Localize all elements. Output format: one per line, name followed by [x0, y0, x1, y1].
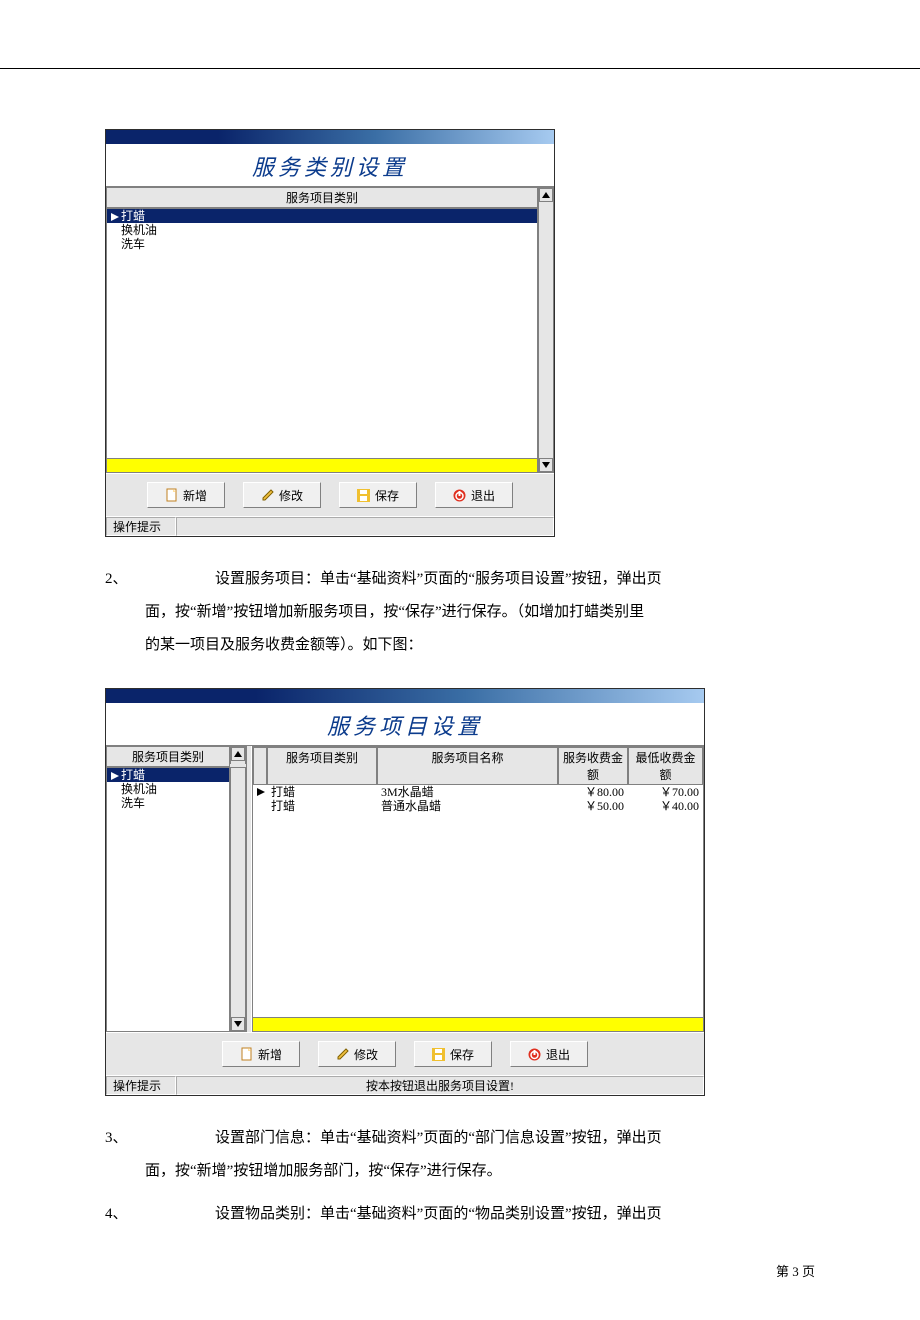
list-item-label: 打蜡	[121, 209, 145, 223]
list-number: 3、	[105, 1122, 215, 1155]
status-label: 操作提示	[106, 1076, 176, 1095]
list-item-label: 打蜡	[121, 768, 145, 782]
status-bar: 操作提示	[106, 516, 554, 536]
grid-header-min[interactable]: 最低收费金额	[628, 747, 703, 785]
grid-header-name[interactable]: 服务项目名称	[377, 747, 558, 785]
power-icon	[528, 1047, 542, 1061]
list-item[interactable]: 换机油	[107, 782, 229, 796]
list-item-label: 洗车	[121, 237, 145, 251]
scroll-down-icon[interactable]	[231, 1017, 245, 1031]
dialog-title: 服务项目设置	[106, 703, 704, 746]
paragraph-2: 2、设置服务项目：单击“基础资料”页面的“服务项目设置”按钮，弹出页 面，按“新…	[105, 563, 815, 662]
button-label: 新增	[258, 1046, 282, 1063]
cell-fee: ￥80.00	[558, 785, 628, 799]
scroll-up-icon[interactable]	[539, 188, 553, 202]
button-label: 修改	[354, 1046, 378, 1063]
page-number: 第 3 页	[105, 1261, 815, 1280]
cell-min: ￥70.00	[628, 785, 703, 799]
text-line: 面，按“新增”按钮增加服务部门，按“保存”进行保存。	[145, 1163, 502, 1179]
toolbar: 新增 修改 保存 退出	[106, 1032, 704, 1075]
grid-header-marker	[253, 747, 267, 785]
list-number: 4、	[105, 1198, 215, 1231]
exit-button[interactable]: 退出	[510, 1041, 588, 1067]
titlebar	[106, 689, 704, 703]
toolbar: 新增 修改 保存 退出	[106, 473, 554, 516]
new-file-icon	[240, 1047, 254, 1061]
list-item-label: 洗车	[121, 796, 145, 810]
left-category-list[interactable]: 打蜡 换机油 洗车	[106, 767, 230, 1032]
highlight-bar	[252, 1018, 704, 1032]
paragraph-3: 3、设置部门信息：单击“基础资料”页面的“部门信息设置”按钮，弹出页 面，按“新…	[105, 1122, 815, 1188]
vertical-scrollbar[interactable]	[230, 746, 246, 764]
service-item-dialog: 服务项目设置 服务项目类别 打蜡 换机油 洗车	[105, 688, 705, 1096]
text-line: 面，按“新增”按钮增加新服务项目，按“保存”进行保存。（如增加打蜡类别里	[145, 604, 644, 620]
edit-button[interactable]: 修改	[243, 482, 321, 508]
status-message: 按本按钮退出服务项目设置!	[176, 1076, 704, 1095]
list-item[interactable]: 打蜡	[107, 209, 537, 223]
text-line: 设置部门信息：单击“基础资料”页面的“部门信息设置”按钮，弹出页	[215, 1130, 662, 1146]
pencil-icon	[261, 488, 275, 502]
save-button[interactable]: 保存	[414, 1041, 492, 1067]
vertical-scrollbar[interactable]	[230, 767, 246, 1032]
list-item-label: 换机油	[121, 782, 157, 796]
list-item-label: 换机油	[121, 223, 157, 237]
list-number: 2、	[105, 563, 215, 596]
button-label: 新增	[183, 487, 207, 504]
pencil-icon	[336, 1047, 350, 1061]
button-label: 退出	[546, 1046, 570, 1063]
titlebar	[106, 130, 554, 144]
button-label: 保存	[375, 487, 399, 504]
table-row[interactable]: 打蜡 3M水晶蜡 ￥80.00 ￥70.00	[253, 785, 703, 799]
floppy-icon	[357, 488, 371, 502]
cell-fee: ￥50.00	[558, 799, 628, 813]
list-item[interactable]: 洗车	[107, 237, 537, 251]
status-bar: 操作提示 按本按钮退出服务项目设置!	[106, 1075, 704, 1095]
category-list[interactable]: 打蜡 换机油 洗车	[106, 208, 538, 459]
cell-category: 打蜡	[267, 785, 377, 799]
button-label: 保存	[450, 1046, 474, 1063]
save-button[interactable]: 保存	[339, 482, 417, 508]
exit-button[interactable]: 退出	[435, 482, 513, 508]
table-row[interactable]: 打蜡 普通水晶蜡 ￥50.00 ￥40.00	[253, 799, 703, 813]
dialog-title: 服务类别设置	[106, 144, 554, 187]
list-item[interactable]: 打蜡	[107, 768, 229, 782]
floppy-icon	[432, 1047, 446, 1061]
cell-min: ￥40.00	[628, 799, 703, 813]
edit-button[interactable]: 修改	[318, 1041, 396, 1067]
cell-category: 打蜡	[267, 799, 377, 813]
grid-header-fee[interactable]: 服务收费金额	[558, 747, 628, 785]
text-line: 的某一项目及服务收费金额等）。如下图：	[145, 637, 423, 653]
scroll-down-icon[interactable]	[539, 458, 553, 472]
items-grid[interactable]: 服务项目类别 服务项目名称 服务收费金额 最低收费金额 打蜡 3M水晶蜡 ￥80…	[252, 746, 704, 1018]
row-pointer-icon	[253, 785, 267, 799]
list-item[interactable]: 换机油	[107, 223, 537, 237]
power-icon	[453, 488, 467, 502]
add-button[interactable]: 新增	[222, 1041, 300, 1067]
new-file-icon	[165, 488, 179, 502]
cell-name: 普通水晶蜡	[377, 799, 558, 813]
cell-name: 3M水晶蜡	[377, 785, 558, 799]
row-pointer-icon	[111, 213, 121, 221]
status-label: 操作提示	[106, 517, 176, 536]
vertical-scrollbar[interactable]	[538, 187, 554, 473]
button-label: 修改	[279, 487, 303, 504]
row-pointer-icon	[111, 772, 121, 780]
service-category-dialog: 服务类别设置 服务项目类别 打蜡 换机油 洗车	[105, 129, 555, 537]
highlight-bar	[106, 459, 538, 473]
scroll-up-icon[interactable]	[231, 747, 245, 761]
status-message	[176, 517, 554, 536]
button-label: 退出	[471, 487, 495, 504]
text-line: 设置服务项目：单击“基础资料”页面的“服务项目设置”按钮，弹出页	[215, 571, 662, 587]
list-item[interactable]: 洗车	[107, 796, 229, 810]
paragraph-4: 4、设置物品类别：单击“基础资料”页面的“物品类别设置”按钮，弹出页	[105, 1198, 815, 1231]
add-button[interactable]: 新增	[147, 482, 225, 508]
grid-header-category[interactable]: 服务项目类别	[267, 747, 377, 785]
left-column-header: 服务项目类别	[106, 746, 230, 767]
column-header-category: 服务项目类别	[106, 187, 538, 208]
text-line: 设置物品类别：单击“基础资料”页面的“物品类别设置”按钮，弹出页	[215, 1206, 662, 1222]
